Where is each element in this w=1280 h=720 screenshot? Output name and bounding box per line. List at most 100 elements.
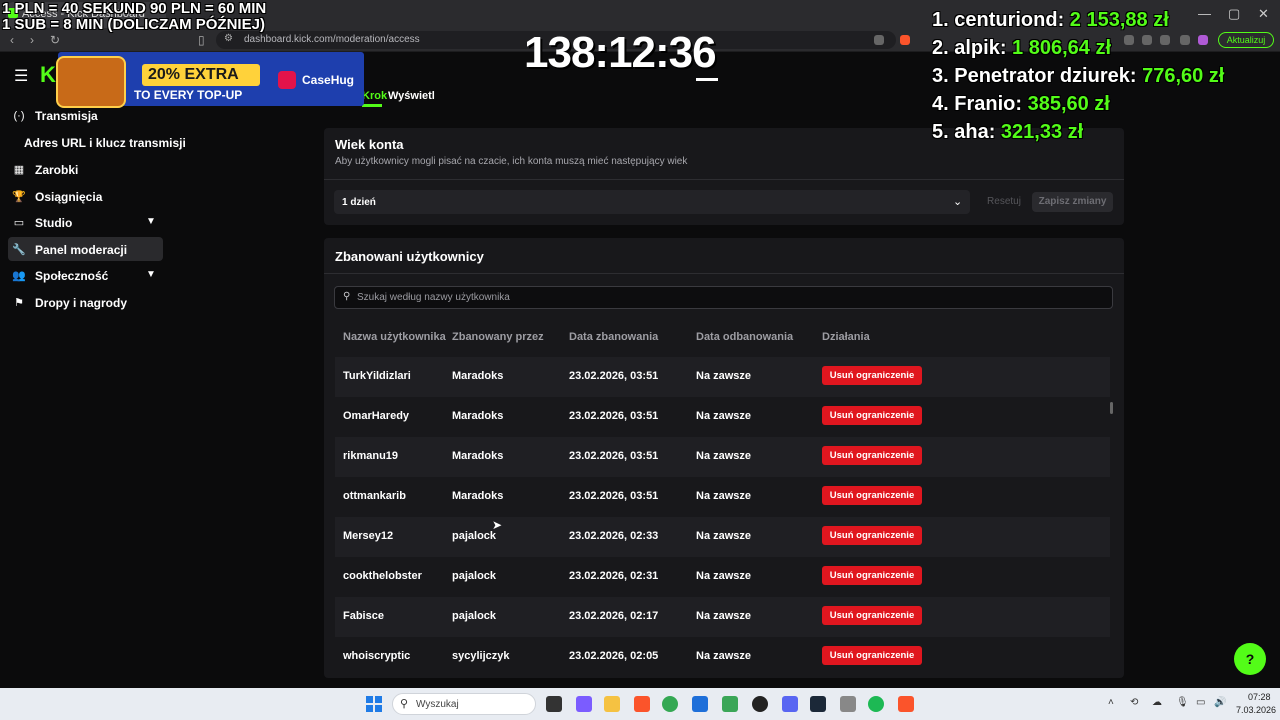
- sidebar-item-studio[interactable]: [8, 210, 163, 234]
- banned-by-cell: pajalock: [452, 610, 497, 622]
- chevron-down-icon[interactable]: ▼: [146, 269, 156, 280]
- unban-date-cell: Na zawsze: [696, 570, 752, 582]
- brave-icon[interactable]: [634, 696, 650, 712]
- remove-restriction-button[interactable]: Usuń ograniczenie: [822, 526, 922, 545]
- remove-restriction-button[interactable]: Usuń ograniczenie: [822, 446, 922, 465]
- banned-by-cell: Maradoks: [452, 490, 504, 502]
- ban-date-cell: 23.02.2026, 02:31: [569, 570, 659, 582]
- unban-date-cell: Na zawsze: [696, 490, 752, 502]
- clock-time[interactable]: 07:28: [1248, 692, 1271, 702]
- extension-icon[interactable]: [1198, 35, 1208, 45]
- copilot-icon[interactable]: [576, 696, 592, 712]
- remove-restriction-button[interactable]: Usuń ograniczenie: [822, 366, 922, 385]
- discord-icon[interactable]: [782, 696, 798, 712]
- clock-date[interactable]: 7.03.2026: [1236, 705, 1276, 715]
- site-info-icon[interactable]: ⚙: [224, 33, 233, 44]
- extension-icon[interactable]: [1180, 35, 1190, 45]
- notepad-icon[interactable]: [722, 696, 738, 712]
- extension-icon[interactable]: [1160, 35, 1170, 45]
- update-button[interactable]: Aktualizuj: [1218, 32, 1274, 48]
- chrome-icon[interactable]: [662, 696, 678, 712]
- chevron-down-icon[interactable]: ▼: [146, 216, 156, 227]
- sidebar-item-label: Społeczność: [35, 269, 109, 283]
- column-header-username: Nazwa użytkownika: [343, 331, 446, 343]
- back-icon[interactable]: ‹: [10, 33, 14, 47]
- calculator-icon[interactable]: [840, 696, 856, 712]
- username-cell: Fabisce: [343, 610, 384, 622]
- username-cell: rikmanu19: [343, 450, 399, 462]
- leaderboard-name: 3. Penetrator dziurek:: [932, 65, 1137, 87]
- overlay-rate-line: 1 PLN = 40 SEKUND 90 PLN = 60 MIN: [2, 0, 267, 17]
- ban-date-cell: 23.02.2026, 03:51: [569, 490, 659, 502]
- ban-date-cell: 23.02.2026, 02:05: [569, 650, 659, 662]
- bookmark-icon[interactable]: ▯: [198, 33, 205, 47]
- file-explorer-icon[interactable]: [604, 696, 620, 712]
- remove-restriction-button[interactable]: Usuń ograniczenie: [822, 566, 922, 585]
- close-icon[interactable]: ✕: [1258, 6, 1269, 22]
- account-age-select[interactable]: [334, 190, 970, 214]
- username-cell: Mersey12: [343, 530, 394, 542]
- ban-date-cell: 23.02.2026, 03:51: [569, 450, 659, 462]
- share-icon[interactable]: [874, 35, 884, 45]
- wrench-icon: 🔧: [12, 244, 26, 256]
- windows-start-icon[interactable]: [366, 696, 382, 712]
- sidebar-item-zarobki[interactable]: [8, 157, 163, 181]
- leaderboard-amount: 2 153,88 zł: [1069, 9, 1169, 31]
- column-header-ban-date: Data zbanowania: [569, 331, 659, 343]
- steam-icon[interactable]: [810, 696, 826, 712]
- remove-restriction-button[interactable]: Usuń ograniczenie: [822, 646, 922, 665]
- sidebar-item-label: Adres URL i klucz transmisji: [24, 136, 186, 150]
- chevron-down-icon[interactable]: ⌄: [953, 195, 962, 208]
- minimize-icon[interactable]: —: [1198, 6, 1211, 21]
- sidebar-item-label: Transmisja: [35, 109, 98, 123]
- maximize-icon[interactable]: ▢: [1228, 6, 1240, 22]
- earnings-icon: ▦: [13, 164, 25, 176]
- username-cell: TurkYildizlari: [343, 370, 411, 382]
- menu-icon[interactable]: ☰: [14, 66, 28, 86]
- save-changes-button[interactable]: Zapisz zmiany: [1032, 192, 1113, 212]
- remove-restriction-button[interactable]: Usuń ograniczenie: [822, 486, 922, 505]
- search-placeholder: Szukaj według nazwy użytkownika: [357, 292, 510, 303]
- tray-app-icon[interactable]: ☁: [1152, 697, 1162, 708]
- column-header-unban-date: Data odbanowania: [696, 331, 794, 343]
- mouse-cursor-icon: ➤: [492, 518, 503, 532]
- help-chat-button[interactable]: ?: [1234, 643, 1266, 675]
- leaderboard-name: 2. alpik:: [932, 37, 1007, 59]
- remove-restriction-button[interactable]: Usuń ograniczenie: [822, 606, 922, 625]
- broadcast-icon: (·): [13, 110, 25, 122]
- obs-icon[interactable]: [752, 696, 768, 712]
- volume-icon[interactable]: 🔊: [1214, 697, 1226, 708]
- leaderboard-name: 1. centuriond:: [932, 9, 1065, 31]
- remove-restriction-button[interactable]: Usuń ograniczenie: [822, 406, 922, 425]
- search-icon: ⚲: [343, 291, 351, 302]
- store-icon[interactable]: [692, 696, 708, 712]
- unban-date-cell: Na zawsze: [696, 370, 752, 382]
- spotify-icon[interactable]: [868, 696, 884, 712]
- tray-app-icon[interactable]: ⟲: [1130, 697, 1138, 708]
- forward-icon[interactable]: ›: [30, 33, 34, 47]
- leaderboard-amount: 385,60 zł: [1027, 93, 1110, 115]
- chevron-up-icon[interactable]: ˄: [1108, 697, 1114, 708]
- reset-button[interactable]: Resetuj: [980, 192, 1028, 212]
- task-view-icon[interactable]: [546, 696, 562, 712]
- taskbar-search-input[interactable]: [392, 693, 536, 715]
- promo-brand: CaseHug: [302, 73, 355, 87]
- unban-date-cell: Na zawsze: [696, 450, 752, 462]
- sidebar-item-label: Panel moderacji: [35, 243, 128, 257]
- overlay-sub-line: 1 SUB = 8 MIN (DOLICZAM PÓŹNIEJ): [2, 16, 265, 33]
- reload-icon[interactable]: ↻: [50, 33, 60, 47]
- brave-shield-icon[interactable]: [900, 35, 910, 45]
- url-text: dashboard.kick.com/moderation/access: [244, 34, 420, 45]
- casehug-logo-icon: [278, 71, 296, 89]
- column-header-actions: Działania: [822, 331, 870, 343]
- brave-icon[interactable]: [898, 696, 914, 712]
- scrollbar-thumb[interactable]: [1110, 402, 1113, 414]
- divider: [324, 273, 1124, 274]
- tab-wyswietl[interactable]: Wyświetl: [388, 90, 435, 102]
- microphone-icon[interactable]: 🎙: [1176, 697, 1189, 708]
- extension-icon[interactable]: [1124, 35, 1134, 45]
- banned-users-title: Zbanowani użytkownicy: [335, 249, 484, 264]
- network-icon[interactable]: ▭: [1196, 697, 1205, 708]
- extension-icon[interactable]: [1142, 35, 1152, 45]
- tab-krok[interactable]: Krok: [362, 90, 387, 102]
